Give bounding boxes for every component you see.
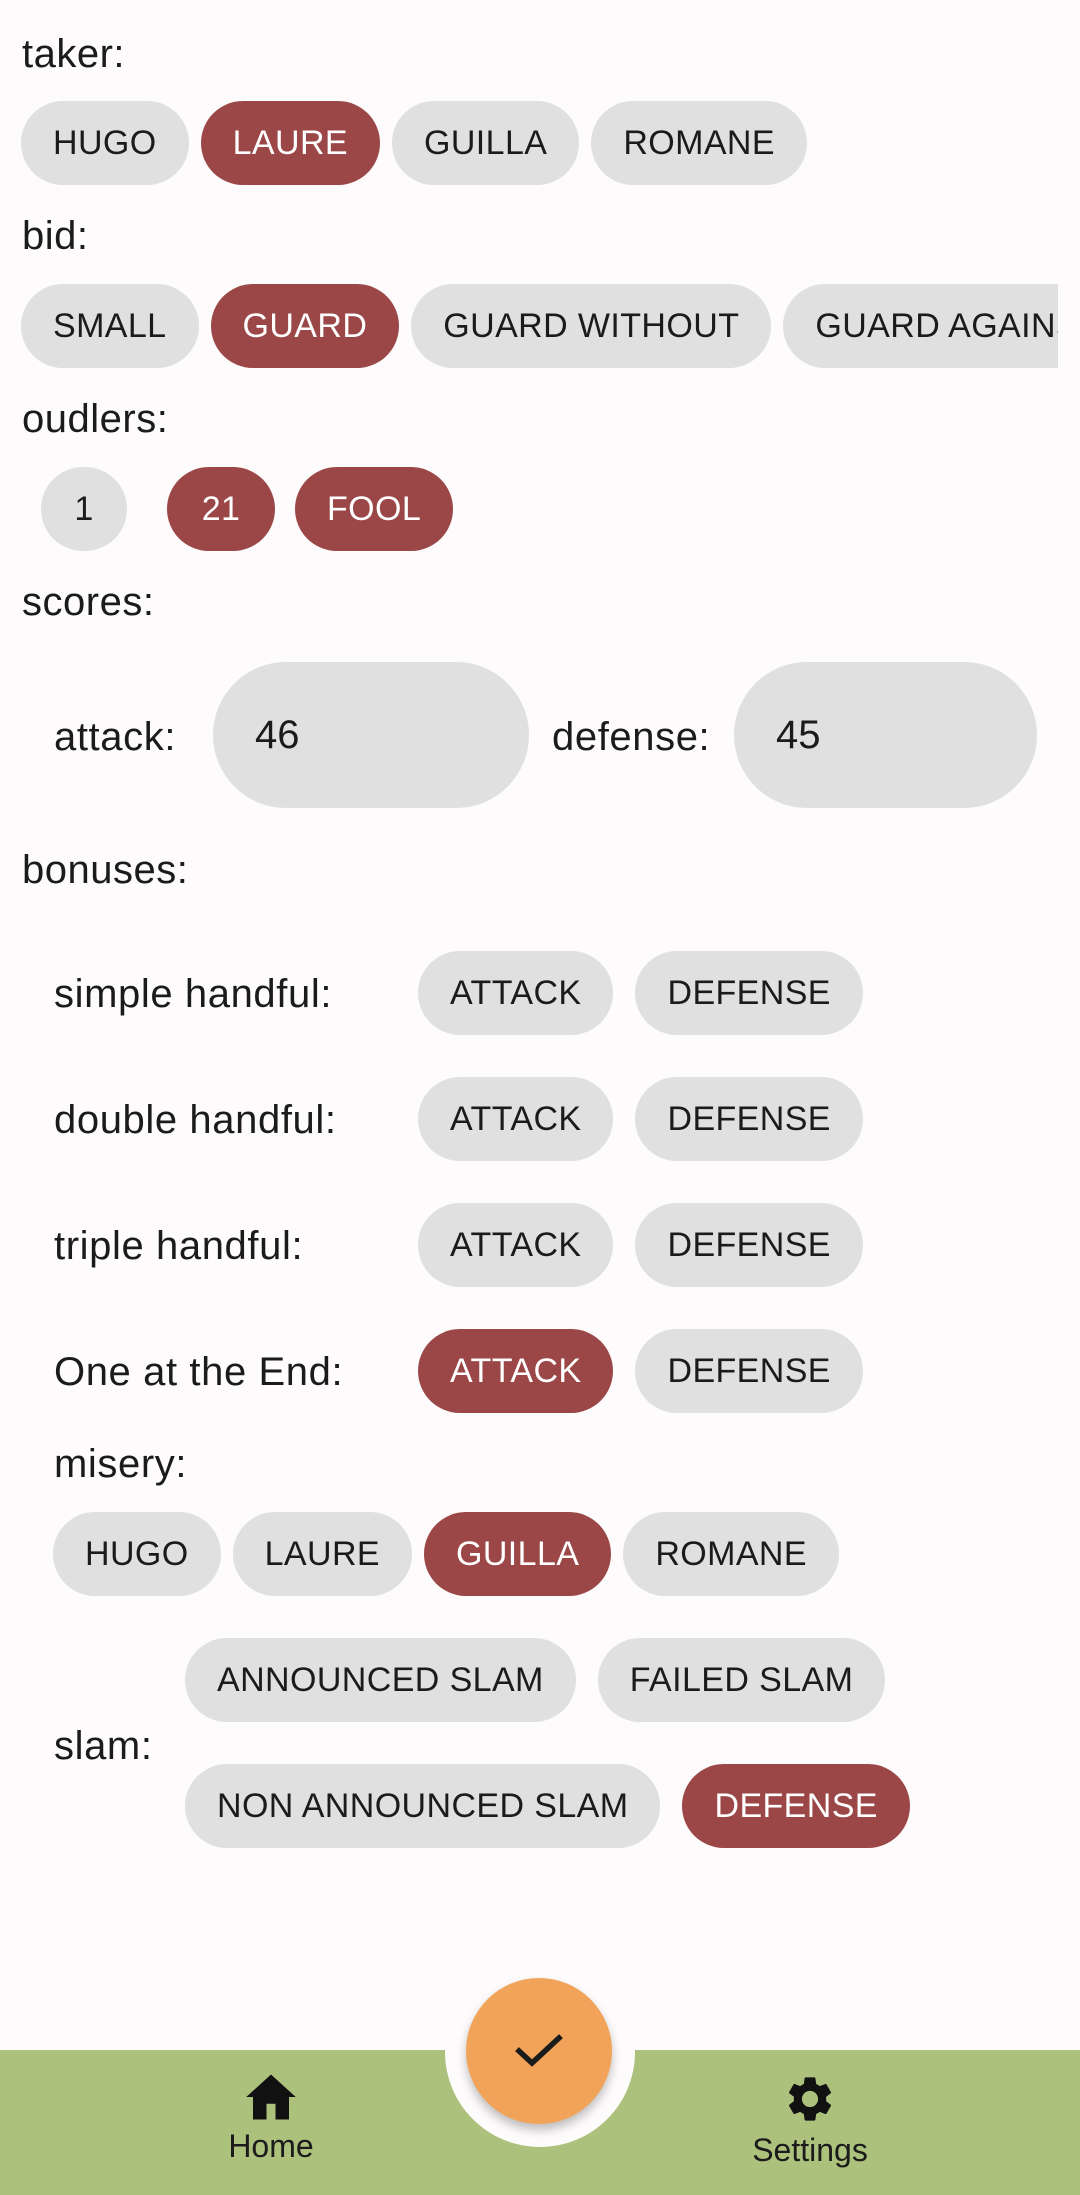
submit-fab-button[interactable] [466,1978,612,2124]
slam-chip-row-2: NON ANNOUNCED SLAM DEFENSE [185,1764,910,1848]
slam-chip-non-announced[interactable]: NON ANNOUNCED SLAM [185,1764,661,1848]
slam-chip-announced[interactable]: ANNOUNCED SLAM [185,1638,576,1722]
triple-handful-label: triple handful: [54,1224,304,1268]
bonuses-label: bonuses: [22,848,189,892]
slam-label: slam: [54,1724,153,1768]
one-at-the-end-label: One at the End: [54,1350,344,1394]
misery-chip-laure[interactable]: LAURE [232,1512,412,1596]
nav-settings[interactable]: Settings [710,2072,910,2169]
bid-chip-guard[interactable]: GUARD [210,284,400,368]
taker-chip-hugo[interactable]: HUGO [21,101,189,185]
taker-label: taker: [22,32,126,76]
misery-chip-romane[interactable]: ROMANE [623,1512,839,1596]
simple-handful-label: simple handful: [54,972,333,1016]
bid-chip-guard-without[interactable]: GUARD WITHOUT [411,284,772,368]
double-handful-attack-chip[interactable]: ATTACK [418,1077,614,1161]
check-icon [515,2034,563,2067]
one-at-the-end-defense-chip[interactable]: DEFENSE [635,1329,863,1413]
oudlers-label: oudlers: [22,397,169,441]
misery-chip-hugo[interactable]: HUGO [53,1512,221,1596]
taker-chip-guilla[interactable]: GUILLA [391,101,580,185]
double-handful-label: double handful: [54,1098,337,1142]
nav-settings-label: Settings [752,2132,868,2168]
misery-chip-guilla[interactable]: GUILLA [423,1512,612,1596]
home-icon [246,2074,296,2120]
oudler-chip-fool[interactable]: FOOL [295,467,454,551]
attack-score-label: attack: [54,715,177,759]
triple-handful-defense-chip[interactable]: DEFENSE [635,1203,863,1287]
simple-handful-attack-chip[interactable]: ATTACK [418,951,614,1035]
bid-chip-guard-against[interactable]: GUARD AGAINST [783,284,1058,368]
bid-label: bid: [22,214,89,258]
oudler-chip-1[interactable]: 1 [41,467,127,551]
triple-handful-chip-group: ATTACK DEFENSE [418,1203,863,1287]
nav-home-label: Home [228,2128,314,2164]
defense-score-label: defense: [552,715,711,759]
slam-chip-failed[interactable]: FAILED SLAM [597,1638,886,1722]
bid-chip-group: SMALL GUARD GUARD WITHOUT GUARD AGAINST [21,284,1058,368]
slam-chip-defense[interactable]: DEFENSE [682,1764,910,1848]
simple-handful-chip-group: ATTACK DEFENSE [418,951,863,1035]
nav-home[interactable]: Home [171,2072,371,2165]
double-handful-chip-group: ATTACK DEFENSE [418,1077,863,1161]
simple-handful-defense-chip[interactable]: DEFENSE [635,951,863,1035]
defense-score-input[interactable]: 45 [734,662,1037,808]
oudlers-chip-group: 1 21 FOOL [41,467,454,551]
one-at-the-end-attack-chip[interactable]: ATTACK [418,1329,614,1413]
one-at-the-end-chip-group: ATTACK DEFENSE [418,1329,863,1413]
slam-chip-row-1: ANNOUNCED SLAM FAILED SLAM [185,1638,886,1722]
gear-icon [788,2077,832,2121]
triple-handful-attack-chip[interactable]: ATTACK [418,1203,614,1287]
taker-chip-group: HUGO LAURE GUILLA ROMANE [21,101,807,185]
attack-score-input[interactable]: 46 [213,662,529,808]
misery-chip-group: HUGO LAURE GUILLA ROMANE [53,1512,839,1596]
double-handful-defense-chip[interactable]: DEFENSE [635,1077,863,1161]
misery-label: misery: [54,1442,188,1486]
oudler-chip-21[interactable]: 21 [167,467,275,551]
taker-chip-romane[interactable]: ROMANE [591,101,807,185]
scores-label: scores: [22,580,155,624]
taker-chip-laure[interactable]: LAURE [200,101,380,185]
bid-chip-small[interactable]: SMALL [21,284,199,368]
